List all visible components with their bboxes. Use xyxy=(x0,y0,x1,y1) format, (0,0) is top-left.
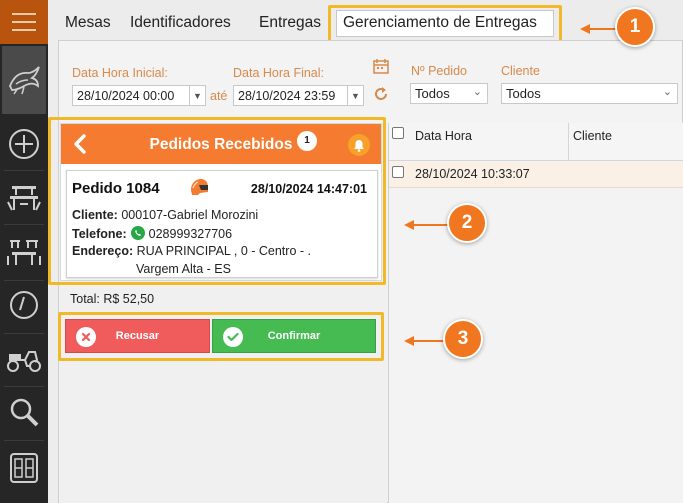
add-icon[interactable] xyxy=(0,122,48,166)
column-header-client[interactable]: Cliente xyxy=(569,123,683,161)
highlight-box-1 xyxy=(328,5,562,43)
row-checkbox[interactable] xyxy=(392,166,404,178)
logo-icon xyxy=(2,46,46,114)
order-number-value: Todos xyxy=(415,86,450,101)
callout-badge-1: 1 xyxy=(615,7,655,47)
order-total: Total: R$ 52,50 xyxy=(70,292,155,306)
hamburger-icon xyxy=(12,13,36,31)
client-value: Todos xyxy=(506,86,541,101)
end-date-field[interactable]: 28/10/2024 23:59 ▼ xyxy=(233,85,364,106)
table-row[interactable]: 28/10/2024 10:33:07 xyxy=(389,162,683,188)
sidebar xyxy=(0,0,48,503)
chevron-down-icon[interactable]: ▼ xyxy=(189,86,205,105)
tab-mesas[interactable]: Mesas xyxy=(65,14,111,32)
chevron-down-icon: ⌄ xyxy=(662,86,672,98)
tab-entregas[interactable]: Entregas xyxy=(259,14,321,32)
start-date-field[interactable]: 28/10/2024 00:00 ▼ xyxy=(72,85,206,106)
end-date-value: 28/10/2024 23:59 xyxy=(238,89,336,103)
start-date-label: Data Hora Inicial: xyxy=(72,66,168,80)
chevron-down-icon[interactable]: ▼ xyxy=(347,86,363,105)
orders-table: Data Hora Cliente 28/10/2024 10:33:07 xyxy=(388,123,683,503)
start-date-value: 28/10/2024 00:00 xyxy=(77,89,175,103)
tab-identificadores[interactable]: Identificadores xyxy=(130,14,231,32)
end-date-label: Data Hora Final: xyxy=(233,66,325,80)
highlight-box-3 xyxy=(58,312,384,361)
counter-icon[interactable] xyxy=(0,446,48,490)
menu-button[interactable] xyxy=(0,0,48,44)
clock-icon[interactable] xyxy=(0,283,48,327)
search-icon[interactable] xyxy=(0,390,48,434)
refresh-icon[interactable] xyxy=(373,86,389,105)
callout-badge-2: 2 xyxy=(447,203,487,243)
client-label: Cliente xyxy=(501,64,540,78)
select-all-checkbox[interactable] xyxy=(392,127,404,139)
table-header: Data Hora Cliente xyxy=(389,123,683,161)
column-header-datetime[interactable]: Data Hora xyxy=(411,123,569,161)
seating-icon[interactable] xyxy=(0,230,48,274)
order-number-label: Nº Pedido xyxy=(411,64,467,78)
row-datetime: 28/10/2024 10:33:07 xyxy=(415,167,530,181)
callout-badge-3: 3 xyxy=(443,319,483,359)
tables-icon[interactable] xyxy=(0,176,48,220)
client-select[interactable]: Todos ⌄ xyxy=(501,83,678,104)
calendar-icon[interactable] xyxy=(373,58,389,77)
order-number-select[interactable]: Todos ⌄ xyxy=(410,83,488,104)
scooter-icon[interactable] xyxy=(0,336,48,380)
ate-label: até xyxy=(210,89,228,103)
chevron-down-icon: ⌄ xyxy=(472,86,482,98)
highlight-box-2 xyxy=(48,117,386,285)
